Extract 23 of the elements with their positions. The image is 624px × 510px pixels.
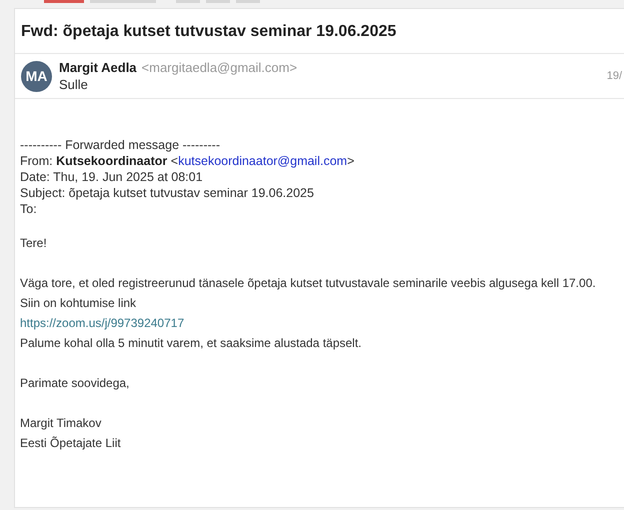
- forwarded-to: To:: [20, 202, 37, 216]
- body-paragraph: Margit Timakov: [20, 415, 102, 432]
- body-paragraph: Palume kohal olla 5 minutit varem, et saaksime alustada täpselt.: [20, 335, 362, 352]
- bracket-text: >: [347, 154, 354, 168]
- meeting-link[interactable]: https://zoom.us/j/99739240717: [20, 313, 184, 333]
- forwarded-subject: Subject: õpetaja kutset tutvustav seminar 19.06.2025: [20, 186, 314, 200]
- sender-avatar: MA: [21, 60, 52, 92]
- from-email-link[interactable]: kutsekoordinaator@gmail.com: [178, 154, 348, 168]
- body-paragraph: Tere!: [20, 235, 47, 252]
- body-paragraph: Väga tore, et oled registreerunud tänasele õpetaja kutset tutvustavale seminarile veebis algusega kell 17.00.: [20, 275, 596, 292]
- forwarded-separator: ---------- Forwarded message ---------: [20, 138, 220, 152]
- from-name: Kutsekoordinaator: [56, 154, 168, 168]
- body-paragraph: Parimate soovidega,: [20, 375, 130, 392]
- sender-email: <margitaedla@gmail.com>: [142, 60, 298, 75]
- forwarded-date: Date: Thu, 19. Jun 2025 at 08:01: [20, 170, 203, 184]
- from-label: From:: [20, 154, 53, 168]
- message-subject: Fwd: õpetaja kutset tutvustav seminar 19.06.2025: [15, 9, 624, 54]
- bracket-text: <: [170, 154, 178, 168]
- message-date: 19/: [606, 70, 622, 82]
- body-paragraph: Eesti Õpetajate Liit: [20, 435, 121, 452]
- recipient-label: Sulle: [59, 77, 89, 92]
- body-paragraph: Siin on kohtumise link: [20, 295, 136, 312]
- sender-name: Margit Aedla: [59, 60, 137, 75]
